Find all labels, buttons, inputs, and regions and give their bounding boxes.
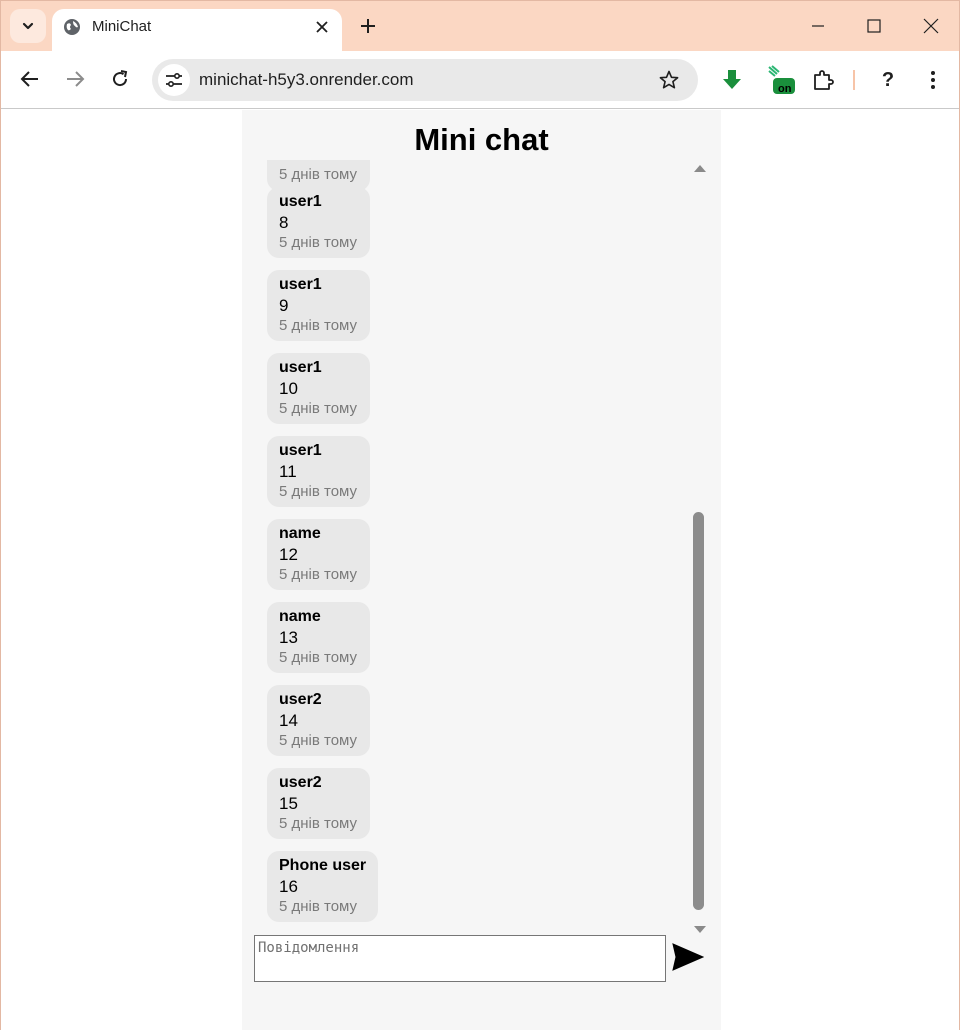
back-button[interactable] [18,67,42,91]
message-text: 13 [279,628,298,647]
chat-container: Mini chat 5 днів тому user1 8 5 днів том… [242,110,721,1030]
message-time: 5 днів тому [279,566,358,583]
message-user: name [279,608,321,625]
back-arrow-icon [20,71,38,87]
message-time: 5 днів тому [279,649,358,666]
message-time: 5 днів тому [279,234,358,251]
message-time: 5 днів тому [279,166,358,183]
message-text: 12 [279,545,298,564]
message-user: Phone user [279,857,367,874]
message-user: user1 [279,442,322,459]
minimize-icon [812,25,824,27]
browser-menu-button[interactable] [920,67,946,93]
browser-toolbar: minichat-h5y3.onrender.com on ? [1,51,959,109]
scroll-up-arrow-icon[interactable] [694,165,706,172]
globe-icon [64,19,80,35]
plus-icon [361,19,375,33]
address-bar[interactable]: minichat-h5y3.onrender.com [152,59,698,101]
message-input[interactable] [254,935,666,982]
maximize-icon [867,19,881,33]
message-bubble: name 13 5 днів тому [267,602,370,673]
message-user: user1 [279,193,322,210]
extension-badge: on [778,83,792,95]
tab-title: MiniChat [92,18,152,35]
message-user: name [279,525,321,542]
message-time: 5 днів тому [279,732,358,749]
scroll-down-arrow-icon[interactable] [694,926,706,933]
tab-search-button[interactable] [10,9,46,43]
message-bubble: user1 8 5 днів тому [267,187,370,258]
star-icon [659,70,679,89]
chevron-down-icon [22,22,34,30]
toolbar-separator [853,70,855,90]
forward-arrow-icon [67,71,85,87]
message-text: 8 [279,213,289,232]
message-bubble: Phone user 16 5 днів тому [267,851,379,922]
message-time: 5 днів тому [279,317,358,334]
page-title: Mini chat [414,122,549,157]
message-user: user1 [279,359,322,376]
message-list[interactable]: 5 днів тому user1 8 5 днів тому user1 9 … [242,160,721,930]
browser-window: MiniChat minichat-h5y3.onrender.com on ?… [0,0,960,1030]
site-info-button[interactable] [158,64,190,96]
minimize-button[interactable] [806,14,830,38]
scrollbar-thumb[interactable] [693,512,704,910]
message-text: 10 [279,379,298,398]
message-bubble: user2 15 5 днів тому [267,768,370,839]
close-window-icon [923,18,939,34]
send-icon [672,943,704,971]
close-icon [316,21,328,33]
message-user: user1 [279,276,322,293]
forward-button[interactable] [63,67,87,91]
message-text: 15 [279,794,298,813]
message-bubble: name 12 5 днів тому [267,519,370,590]
message-text: 14 [279,711,298,730]
message-text: 16 [279,877,298,896]
message-user: user2 [279,691,322,708]
reload-button[interactable] [108,67,132,91]
send-button[interactable] [671,941,705,973]
tune-icon [166,72,182,88]
message-bubble: user1 10 5 днів тому [267,353,370,424]
tab-strip: MiniChat [1,1,959,51]
puzzle-icon [814,70,834,90]
download-arrow-icon [723,70,741,89]
download-extension-button[interactable] [719,67,745,93]
close-window-button[interactable] [919,14,943,38]
new-tab-button[interactable] [357,15,379,37]
message-time: 5 днів тому [279,400,358,417]
page-viewport: Mini chat 5 днів тому user1 8 5 днів том… [1,110,959,1030]
tab-close-button[interactable] [312,17,332,37]
extension-on-button[interactable]: on [768,65,796,95]
message-text: 9 [279,296,289,315]
message-bubble: user1 11 5 днів тому [267,436,370,507]
message-user: user2 [279,774,322,791]
tab-minichat[interactable]: MiniChat [52,9,342,51]
message-text: 11 [279,462,297,481]
reload-icon [113,70,128,87]
message-bubble: user2 14 5 днів тому [267,685,370,756]
url-text: minichat-h5y3.onrender.com [199,70,414,89]
kebab-menu-icon [931,71,935,89]
message-time: 5 днів тому [279,483,358,500]
maximize-button[interactable] [862,14,886,38]
help-icon: ? [881,68,895,91]
bookmark-button[interactable] [658,69,680,91]
message-time: 5 днів тому [279,898,358,915]
help-button[interactable]: ? [875,67,901,93]
composer [254,935,709,983]
message-time: 5 днів тому [279,815,358,832]
extensions-button[interactable] [810,67,836,93]
message-bubble: user1 9 5 днів тому [267,270,370,341]
message-scrollbar[interactable] [689,160,709,935]
